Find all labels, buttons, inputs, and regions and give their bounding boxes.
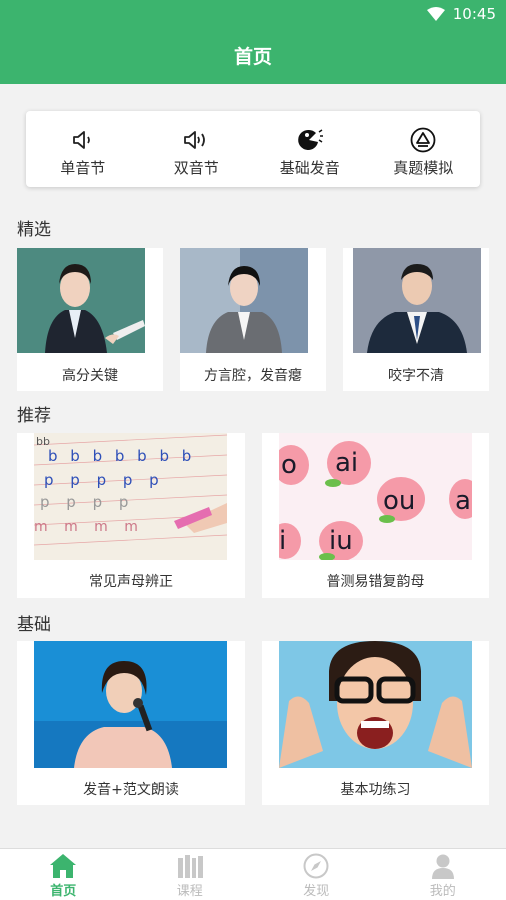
teacher-photo xyxy=(180,248,308,353)
tab-label: 课程 xyxy=(176,884,203,899)
card-caption: 高分关键 xyxy=(62,368,118,384)
handwriting-text: m m m m xyxy=(34,519,144,535)
recommended-card-initials[interactable]: bb b b b b b b b p p p p p p p p p m m m… xyxy=(17,433,245,598)
handwriting-text: b b b b b b b xyxy=(48,447,195,465)
page-title: 首页 xyxy=(233,46,272,68)
tab-label: 发现 xyxy=(303,884,330,899)
quick-menu: 单音节 双音节 基础发音 真题模拟 xyxy=(26,111,480,187)
peach-letter: iu xyxy=(329,526,353,556)
recommended-card-compound-finals[interactable]: o ai ou a i iu 普测易错复韵母 xyxy=(262,433,489,598)
app-header: 10:45 首页 xyxy=(0,0,506,84)
exam-triangle-icon xyxy=(409,127,437,153)
shouting-woman-photo xyxy=(279,641,472,768)
card-caption: 基本功练习 xyxy=(340,782,411,798)
featured-card-high-score[interactable]: 高分关键 xyxy=(17,248,163,391)
tab-home[interactable]: 首页 xyxy=(0,849,127,900)
quick-menu-label: 双音节 xyxy=(173,159,219,177)
teacher-photo xyxy=(353,248,481,353)
home-icon xyxy=(48,852,78,880)
quick-menu-exam-simulation[interactable]: 真题模拟 xyxy=(367,111,481,187)
section-title-featured: 精选 xyxy=(17,220,51,240)
peach-letter: ou xyxy=(383,486,415,516)
quick-menu-label: 真题模拟 xyxy=(393,159,454,177)
featured-card-dialect[interactable]: 方言腔，发音瘪 xyxy=(180,248,326,391)
quick-menu-single-syllable[interactable]: 单音节 xyxy=(26,111,140,187)
tab-label: 首页 xyxy=(50,884,77,899)
peach-letter: o xyxy=(281,450,297,480)
peach-letters-image: o ai ou a i iu xyxy=(279,433,472,560)
section-title-recommended: 推荐 xyxy=(17,406,51,426)
card-caption: 咬字不清 xyxy=(388,368,444,384)
card-caption: 方言腔，发音瘪 xyxy=(204,368,302,384)
card-caption: 常见声母辨正 xyxy=(89,574,173,590)
featured-card-unclear-articulation[interactable]: 咬字不清 xyxy=(343,248,489,391)
wifi-icon xyxy=(426,7,445,21)
books-icon xyxy=(175,852,205,880)
tab-courses[interactable]: 课程 xyxy=(127,849,254,900)
handwriting-text: p p p p p xyxy=(44,471,165,489)
status-bar: 10:45 xyxy=(426,4,496,24)
user-icon xyxy=(428,852,458,880)
speaker-low-icon xyxy=(69,127,97,153)
card-caption: 发音+范文朗读 xyxy=(83,782,179,798)
handwriting-text: p p p p xyxy=(40,493,134,511)
status-time: 10:45 xyxy=(452,5,496,23)
section-title-basics: 基础 xyxy=(17,615,51,635)
peach-letter: a xyxy=(455,486,471,516)
quick-menu-basic-pronunciation[interactable]: 基础发音 xyxy=(253,111,367,187)
peach-letter: i xyxy=(279,526,286,556)
tab-discover[interactable]: 发现 xyxy=(253,849,380,900)
handwriting-photo: bb b b b b b b b p p p p p p p p p m m m… xyxy=(34,433,227,560)
card-caption: 普测易错复韵母 xyxy=(326,574,425,590)
mouth-sound-icon xyxy=(296,127,324,153)
compass-icon xyxy=(301,852,331,880)
basics-card-reading[interactable]: 发音+范文朗读 xyxy=(17,641,245,805)
peach-letter: ai xyxy=(335,448,358,478)
quick-menu-double-syllable[interactable]: 双音节 xyxy=(140,111,254,187)
quick-menu-label: 单音节 xyxy=(60,159,106,177)
host-photo xyxy=(34,641,227,768)
tab-label: 我的 xyxy=(429,884,456,899)
bottom-tab-bar: 首页 课程 发现 我的 xyxy=(0,848,506,900)
speaker-high-icon xyxy=(182,127,210,153)
tab-profile[interactable]: 我的 xyxy=(380,849,506,900)
quick-menu-label: 基础发音 xyxy=(279,159,340,177)
basics-card-fundamentals[interactable]: 基本功练习 xyxy=(262,641,489,805)
teacher-photo xyxy=(17,248,145,353)
